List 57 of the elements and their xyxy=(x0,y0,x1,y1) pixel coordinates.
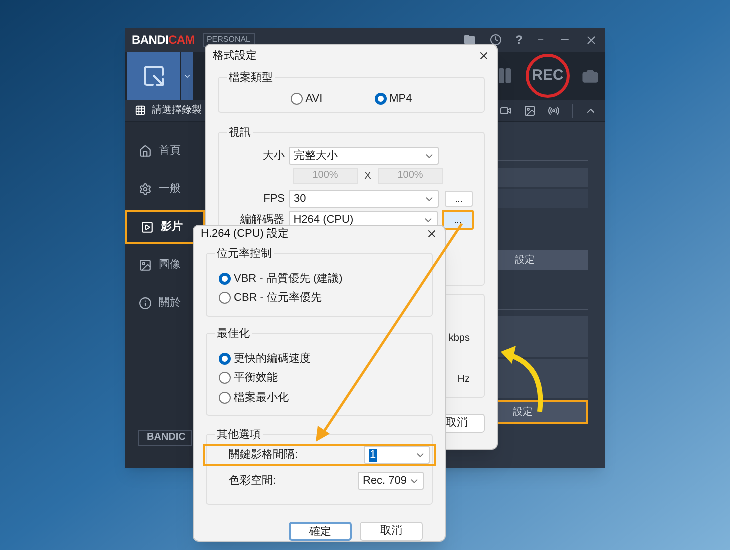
more-button[interactable]: ... xyxy=(442,210,474,230)
radio-label: AVI xyxy=(306,92,323,106)
radio-label: 平衡效能 xyxy=(234,371,278,386)
folder-icon[interactable] xyxy=(464,34,476,46)
info-icon xyxy=(139,296,152,310)
footer-logo: BANDIC xyxy=(138,430,192,446)
sidebar-item[interactable]: 圖像 xyxy=(125,248,205,282)
target-label: 請選擇錄製 xyxy=(152,104,202,118)
clock-icon[interactable] xyxy=(490,34,502,46)
unit-label: kbps xyxy=(448,332,470,346)
image-icon[interactable] xyxy=(524,104,536,116)
radio-label: MP4 xyxy=(390,92,412,106)
camera-icon[interactable] xyxy=(582,68,599,84)
field-label: 大小 xyxy=(262,148,286,164)
close-icon[interactable] xyxy=(585,34,598,46)
close-icon[interactable] xyxy=(426,228,438,240)
app-logo: BANDICAM xyxy=(132,32,195,49)
unit-label: Hz xyxy=(458,373,470,387)
screen-mode-button[interactable] xyxy=(127,52,180,100)
broadcast-icon[interactable] xyxy=(548,104,560,116)
times-label: X xyxy=(364,170,372,184)
radio-label: VBR - 品質優先 (建議) xyxy=(234,272,343,286)
sidebar-item[interactable]: 關於 xyxy=(125,286,205,320)
radio-label: 更快的編碼速度 xyxy=(234,352,311,366)
field-label: FPS xyxy=(262,192,286,207)
radio-button[interactable] xyxy=(374,92,387,105)
radio-button[interactable] xyxy=(219,292,231,304)
pause-icon[interactable] xyxy=(496,67,514,85)
screen-area-icon xyxy=(142,64,166,88)
radio-button[interactable] xyxy=(219,392,231,404)
home-icon xyxy=(139,144,152,158)
sidebar-item[interactable]: 一般 xyxy=(125,172,205,206)
dropdown-field[interactable]: 1 xyxy=(364,446,430,464)
dialog-title: 格式設定 xyxy=(213,48,257,64)
dropdown-field[interactable]: 完整大小 xyxy=(289,147,439,165)
image-icon xyxy=(139,258,152,272)
radio-button[interactable] xyxy=(219,272,231,285)
radio-label: CBR - 位元率優先 xyxy=(234,290,322,306)
radio-label: 檔案最小化 xyxy=(234,390,289,406)
dialog-button[interactable]: 確定 xyxy=(289,522,352,541)
play-icon xyxy=(141,220,154,234)
help-button[interactable]: ? xyxy=(516,31,523,49)
radio-button[interactable] xyxy=(290,92,303,105)
more-button[interactable]: ... xyxy=(445,191,473,207)
gear-icon xyxy=(139,182,152,196)
radio-button[interactable] xyxy=(219,352,231,365)
field-label: 關鍵影格間隔: xyxy=(229,448,298,463)
field-label: 編解碼器 xyxy=(240,212,286,228)
dropdown-field[interactable]: 30 xyxy=(289,190,439,208)
video-icon[interactable] xyxy=(500,104,512,116)
radio-button[interactable] xyxy=(219,372,231,384)
sidebar-item[interactable]: 首頁 xyxy=(125,134,205,168)
dropdown-field[interactable]: Rec. 709 xyxy=(358,472,424,490)
field-label: 色彩空間: xyxy=(229,474,276,489)
close-icon[interactable] xyxy=(478,50,490,62)
grid-icon xyxy=(135,105,146,116)
dialog-button[interactable]: 取消 xyxy=(360,522,423,541)
